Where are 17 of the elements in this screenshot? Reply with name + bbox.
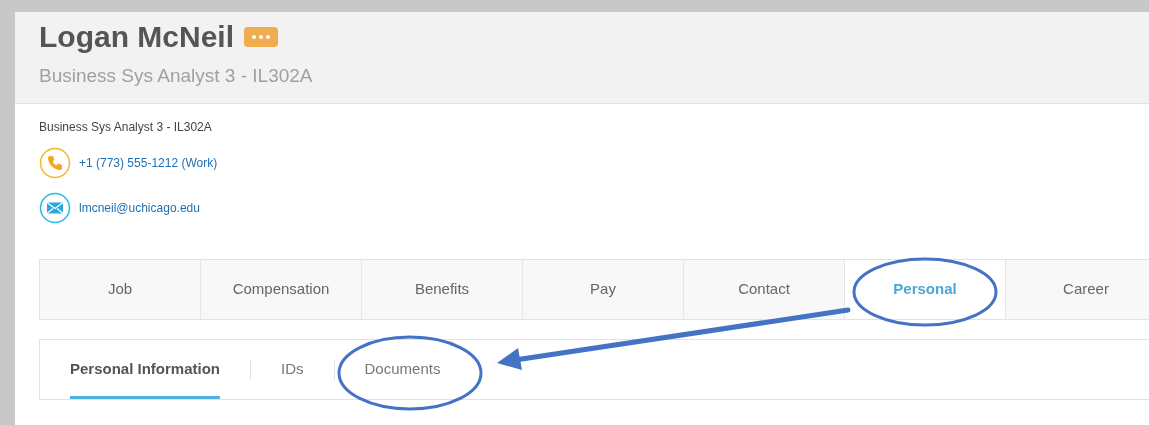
nav-tab[interactable]: Pay (523, 260, 684, 319)
more-button[interactable] (244, 27, 278, 47)
email-link[interactable]: lmcneil@uchicago.edu (79, 199, 200, 217)
sub-tab[interactable]: Documents (364, 340, 441, 399)
profile-subtitle: Business Sys Analyst 3 - IL302A (39, 64, 314, 88)
nav-tab[interactable]: Job (40, 260, 201, 319)
job-title: Business Sys Analyst 3 - IL302A (39, 120, 213, 134)
sub-tab[interactable]: Personal Information (70, 340, 221, 399)
more-icon (252, 35, 270, 39)
profile-name: Logan McNeil (39, 19, 234, 55)
sub-tab[interactable]: IDs (281, 340, 304, 399)
mail-icon (39, 192, 71, 224)
nav-tab[interactable]: Career (1006, 260, 1149, 319)
nav-tab[interactable]: Compensation (201, 260, 362, 319)
phone-link[interactable]: +1 (773) 555-1212 (Work) (79, 154, 218, 172)
phone-icon (39, 147, 71, 179)
nav-tab[interactable]: Benefits (362, 260, 523, 319)
